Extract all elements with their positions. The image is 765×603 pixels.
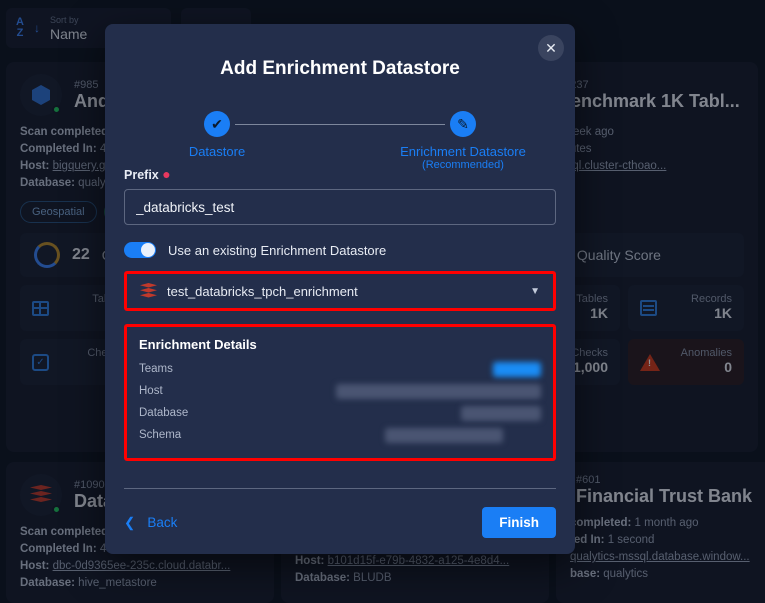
detail-label: Schema	[139, 429, 182, 441]
prefix-label: Prefix	[124, 168, 159, 182]
add-enrichment-datastore-modal: ✕ Add Enrichment Datastore ✔ Datastore ✎…	[105, 24, 575, 554]
use-existing-toggle-label: Use an existing Enrichment Datastore	[168, 242, 387, 258]
modal-footer: ❮ Back Finish	[105, 488, 575, 554]
redacted-value	[336, 383, 541, 399]
detail-label: Host	[139, 385, 163, 397]
enrichment-details-highlight: Enrichment Details Teams Host Database S…	[124, 324, 556, 461]
detail-row-teams: Teams	[139, 358, 541, 380]
back-button-label: Back	[147, 515, 178, 530]
chevron-left-icon: ❮	[124, 514, 136, 530]
required-marker: ●	[162, 166, 171, 182]
close-icon[interactable]: ✕	[538, 35, 564, 61]
toggle-knob	[141, 243, 155, 257]
app-root: AZ ↓ Sort by Name ▭ #985	[0, 0, 765, 603]
check-icon: ✔	[204, 111, 230, 137]
enrichment-datastore-value: test_databricks_tpch_enrichment	[167, 283, 358, 299]
detail-label: Teams	[139, 363, 173, 375]
use-existing-toggle[interactable]	[124, 242, 156, 258]
use-existing-toggle-row[interactable]: Use an existing Enrichment Datastore	[124, 242, 556, 258]
prefix-input[interactable]	[124, 189, 556, 225]
stepper-label: Enrichment Datastore	[400, 144, 526, 159]
redacted-value	[461, 405, 541, 421]
enrichment-datastore-select[interactable]: test_databricks_tpch_enrichment ▼	[128, 275, 552, 307]
modal-title: Add Enrichment Datastore	[220, 58, 460, 79]
pencil-icon: ✎	[450, 111, 476, 137]
detail-row-schema: Schema	[139, 424, 541, 446]
detail-row-database: Database	[139, 402, 541, 424]
detail-label: Database	[139, 407, 189, 419]
enrichment-details-title: Enrichment Details	[139, 337, 257, 352]
stepper-label: Datastore	[188, 144, 246, 159]
chevron-down-icon[interactable]: ▼	[530, 286, 540, 297]
modal-body: Prefix ● Use an existing Enrichment Data…	[105, 166, 575, 461]
detail-row-host: Host	[139, 380, 541, 402]
redacted-value	[385, 427, 503, 443]
stepper-step-enrichment-datastore[interactable]: ✎ Enrichment Datastore (Recommended)	[393, 104, 533, 171]
databricks-layers-icon	[140, 283, 157, 299]
footer-divider	[124, 488, 556, 489]
enrichment-details-panel: Enrichment Details Teams Host Database S…	[127, 327, 553, 458]
redacted-value	[493, 361, 541, 377]
back-button[interactable]: ❮ Back	[124, 515, 177, 531]
wizard-stepper: ✔ Datastore ✎ Enrichment Datastore (Reco…	[105, 104, 575, 171]
datastore-select-highlight: test_databricks_tpch_enrichment ▼	[124, 271, 556, 311]
stepper-sublabel: (Recommended)	[422, 159, 504, 171]
stepper-step-datastore[interactable]: ✔ Datastore	[147, 104, 287, 159]
finish-button[interactable]: Finish	[482, 507, 556, 538]
